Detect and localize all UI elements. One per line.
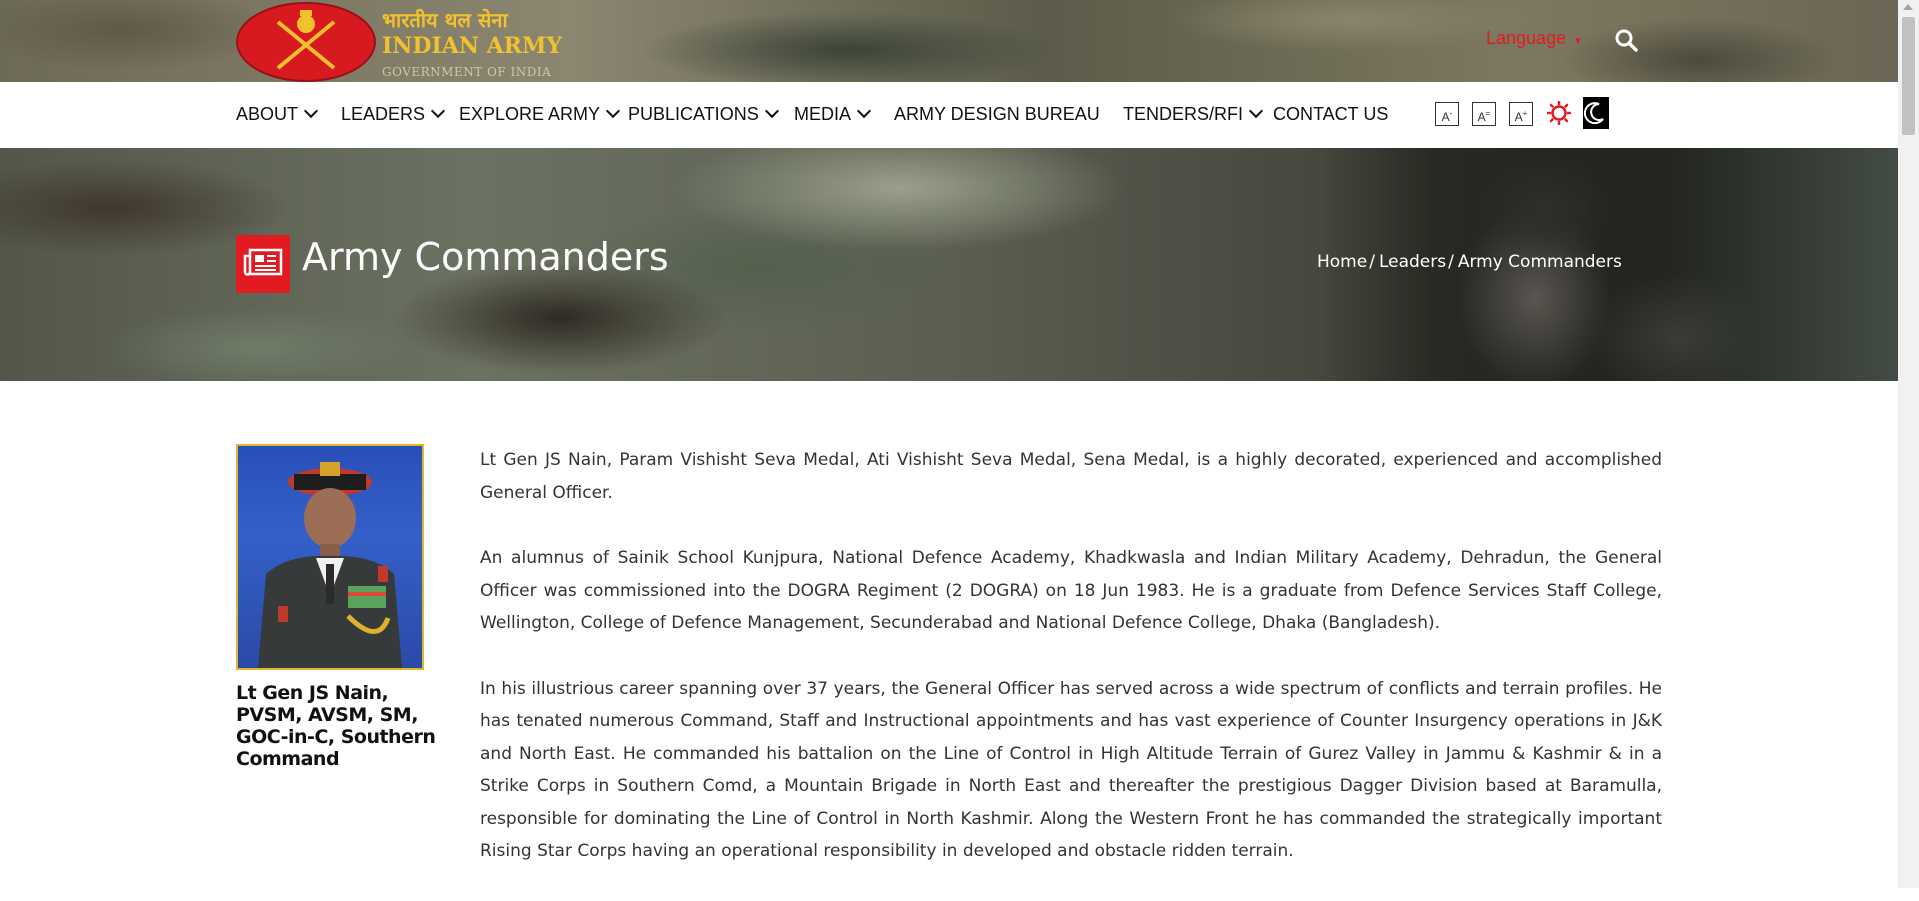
nav-item-tenders-rfi[interactable]: TENDERS/RFI — [1123, 103, 1264, 125]
language-dropdown[interactable]: Language ▾ — [1486, 28, 1581, 49]
newspaper-icon — [236, 235, 290, 293]
decrease-font-button[interactable]: A- — [1435, 102, 1459, 126]
caret-down-icon: ▾ — [1575, 35, 1581, 47]
bio-paragraph: Lt Gen JS Nain, Param Vishisht Seva Meda… — [480, 450, 1662, 503]
nav-item-label: PUBLICATIONS — [628, 104, 759, 124]
breadcrumb-home[interactable]: Home — [1317, 252, 1367, 272]
scroll-up-arrow-icon[interactable] — [1903, 4, 1913, 10]
moon-icon — [1583, 102, 1604, 125]
chevron-down-icon — [430, 103, 446, 119]
commander-photo — [236, 444, 424, 670]
nav-item-army-design-bureau[interactable]: ARMY DESIGN BUREAU — [894, 104, 1100, 125]
chevron-down-icon — [1248, 103, 1264, 119]
nav-item-leaders[interactable]: LEADERS — [341, 103, 446, 125]
breadcrumb: Home / Leaders / Army Commanders — [1317, 252, 1622, 272]
language-label: Language — [1486, 28, 1567, 48]
breadcrumb-separator: / — [1369, 252, 1375, 272]
site-logo[interactable]: भारतीय थल सेना INDIAN ARMY GOVERNMENT OF… — [236, 0, 566, 82]
nav-item-media[interactable]: MEDIA — [794, 103, 872, 125]
breadcrumb-current: Army Commanders — [1457, 252, 1622, 272]
sun-icon[interactable] — [1546, 100, 1572, 129]
page-title: Army Commanders — [302, 235, 669, 279]
logo-subtitle: GOVERNMENT OF INDIA — [382, 65, 552, 79]
nav-item-label: TENDERS/RFI — [1123, 104, 1244, 124]
nav-item-about[interactable]: ABOUT — [236, 103, 319, 125]
commander-name: Lt Gen JS Nain, PVSM, AVSM, SM, GOC-in-C… — [236, 682, 436, 770]
page-scrollbar[interactable] — [1898, 0, 1919, 888]
breadcrumb-separator: / — [1448, 252, 1454, 272]
decrease-font-label: A — [1441, 110, 1450, 124]
chevron-down-icon — [856, 103, 872, 119]
commander-bio: Lt Gen JS Nain, Param Vishisht Seva Meda… — [480, 444, 1662, 901]
breadcrumb-leaders[interactable]: Leaders — [1379, 252, 1446, 272]
page-banner: Army Commanders Home / Leaders / Army Comman… — [0, 148, 1898, 381]
nav-item-label: ABOUT — [236, 104, 299, 124]
scroll-thumb[interactable] — [1902, 17, 1915, 135]
normal-font-button[interactable]: A= — [1472, 102, 1496, 126]
nav-item-label: CONTACT US — [1273, 104, 1389, 124]
normal-font-label: A — [1477, 110, 1486, 124]
nav-item-label: EXPLORE ARMY — [459, 104, 601, 124]
logo-english-text: INDIAN ARMY — [382, 33, 563, 59]
nav-item-label: ARMY DESIGN BUREAU — [894, 104, 1100, 124]
chevron-down-icon — [605, 103, 621, 119]
nav-item-label: LEADERS — [341, 104, 426, 124]
site-header: भारतीय थल सेना INDIAN ARMY GOVERNMENT OF… — [0, 0, 1898, 82]
dark-mode-button[interactable] — [1583, 97, 1609, 129]
search-icon[interactable] — [1614, 28, 1638, 56]
increase-font-button[interactable]: A+ — [1509, 102, 1533, 126]
chevron-down-icon — [764, 103, 779, 119]
main-nav: ABOUT LEADERS EXPLORE ARMY PUBLICATIONS … — [0, 82, 1898, 149]
increase-font-label: A — [1514, 110, 1523, 124]
bio-paragraph: An alumnus of Sainik School Kunjpura, Na… — [480, 548, 1662, 633]
chevron-down-icon — [303, 103, 319, 119]
nav-item-publications[interactable]: PUBLICATIONS — [628, 103, 779, 125]
nav-item-explore-army[interactable]: EXPLORE ARMY — [459, 103, 621, 125]
bio-paragraph: In his illustrious career spanning over … — [480, 678, 1662, 862]
logo-hindi-text: भारतीय थल सेना — [382, 8, 508, 32]
nav-item-contact-us[interactable]: CONTACT US — [1273, 104, 1388, 125]
nav-item-label: MEDIA — [794, 104, 852, 124]
army-emblem-icon — [236, 2, 376, 82]
